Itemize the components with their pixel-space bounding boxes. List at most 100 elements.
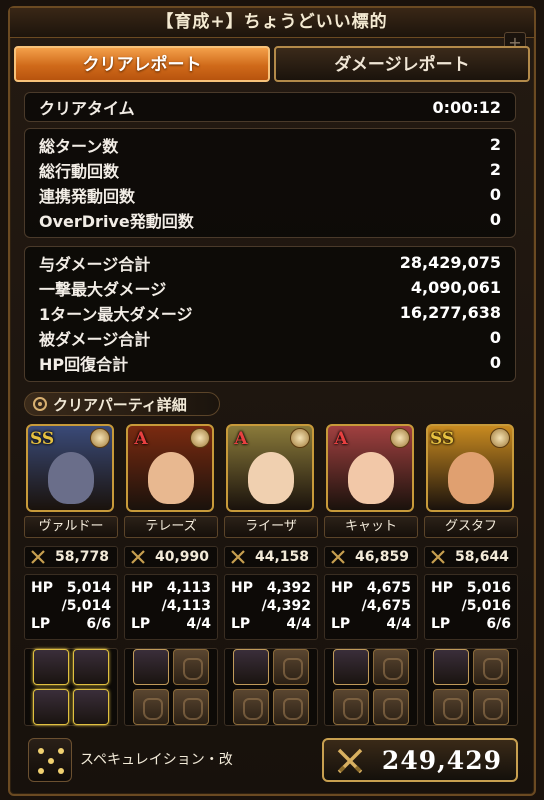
lp-value: 4/4 [386, 616, 411, 632]
equipment-grid [24, 648, 118, 726]
character-portrait[interactable]: SS [26, 424, 114, 512]
stats-box: HP 5,016 /5,016 LP 6/6 [424, 574, 518, 640]
window-title: 【育成+】ちょうどいい標的 [10, 8, 534, 38]
equip-slot[interactable] [233, 689, 269, 725]
lp-label: LP [231, 616, 251, 632]
damage-stats-panel: 与ダメージ合計 28,429,075 一撃最大ダメージ 4,090,061 1ターン… [24, 246, 516, 382]
equip-slot[interactable] [373, 689, 409, 725]
equip-slot[interactable] [33, 649, 69, 685]
power-box: 40,990 [124, 546, 218, 568]
lp-value: 4/4 [186, 616, 211, 632]
party-member[interactable]: SS ヴァルドー 58,778 HP 5,014 /5,014 LP 6/6 [24, 422, 118, 726]
party-section-label: クリアパーティ詳細 [53, 395, 187, 414]
power-value: 46,859 [354, 549, 409, 565]
stat-label: 与ダメージ合計 [39, 254, 151, 274]
equip-slot[interactable] [333, 649, 369, 685]
equip-slot[interactable] [273, 649, 309, 685]
equip-slot[interactable] [33, 689, 69, 725]
stat-value: 2 [489, 135, 501, 154]
equip-slot[interactable] [433, 649, 469, 685]
total-power-value: 249,429 [381, 745, 502, 775]
hp-label: HP [431, 580, 453, 596]
stat-value: 16,277,638 [399, 303, 501, 322]
party-member[interactable]: A キャット 46,859 HP 4,675 /4,675 LP 4/4 [324, 422, 418, 726]
gear-icon [33, 397, 47, 411]
weapon-type-icon [290, 428, 310, 448]
character-portrait[interactable]: SS [426, 424, 514, 512]
party-member[interactable]: A テレーズ 40,990 HP 4,113 /4,113 LP 4/4 [124, 422, 218, 726]
stats-box: HP 5,014 /5,014 LP 6/6 [24, 574, 118, 640]
equip-slot[interactable] [73, 649, 109, 685]
equip-slot[interactable] [133, 689, 169, 725]
lp-label: LP [331, 616, 351, 632]
dice-icon[interactable] [28, 738, 72, 782]
power-box: 58,778 [24, 546, 118, 568]
character-name: グスタフ [424, 516, 518, 538]
equip-slot[interactable] [73, 689, 109, 725]
equip-slot[interactable] [233, 649, 269, 685]
stat-row: 総ターン数 2 [25, 132, 515, 157]
stat-value: 0 [489, 353, 501, 372]
stat-label: 総ターン数 [39, 136, 119, 156]
tab-clear-report[interactable]: クリアレポート [14, 46, 270, 82]
stat-row: OverDrive発動回数 0 [25, 207, 515, 232]
character-portrait[interactable]: A [326, 424, 414, 512]
hp-label: HP [231, 580, 253, 596]
equip-slot[interactable] [433, 689, 469, 725]
equipment-grid [324, 648, 418, 726]
formation-name: スペキュレイション・改 [80, 752, 233, 768]
stat-label: 総行動回数 [39, 161, 120, 181]
stat-value: 2 [489, 160, 501, 179]
rank-badge: SS [30, 429, 55, 449]
character-name: テレーズ [124, 516, 218, 538]
clear-time-panel: クリアタイム 0:00:12 [24, 92, 516, 122]
hp-current: 5,014 [66, 580, 111, 596]
stat-row: 総行動回数 2 [25, 157, 515, 182]
hp-max: /5,014 [61, 598, 111, 614]
equipment-grid [124, 648, 218, 726]
hp-max: /4,392 [261, 598, 311, 614]
stat-label: OverDrive発動回数 [39, 211, 194, 231]
equip-slot[interactable] [173, 649, 209, 685]
stat-row: 1ターン最大ダメージ 16,277,638 [25, 300, 515, 325]
crossed-swords-icon [337, 748, 363, 774]
lp-label: LP [431, 616, 451, 632]
stat-row: 被ダメージ合計 0 [25, 325, 515, 350]
power-value: 58,644 [454, 549, 509, 565]
equip-slot[interactable] [473, 649, 509, 685]
stats-box: HP 4,392 /4,392 LP 4/4 [224, 574, 318, 640]
equipment-grid [224, 648, 318, 726]
power-box: 58,644 [424, 546, 518, 568]
hp-label: HP [131, 580, 153, 596]
equip-slot[interactable] [133, 649, 169, 685]
stats-box: HP 4,675 /4,675 LP 4/4 [324, 574, 418, 640]
party-member[interactable]: SS グスタフ 58,644 HP 5,016 /5,016 LP 6/6 [424, 422, 518, 726]
equip-slot[interactable] [373, 649, 409, 685]
hp-max: /4,675 [361, 598, 411, 614]
tab-damage-report[interactable]: ダメージレポート [274, 46, 530, 82]
stat-value: 0 [489, 185, 501, 204]
hp-current: 5,016 [466, 580, 511, 596]
sword-icon [231, 550, 245, 564]
weapon-type-icon [190, 428, 210, 448]
party-member[interactable]: A ライーザ 44,158 HP 4,392 /4,392 LP 4/4 [224, 422, 318, 726]
power-box: 44,158 [224, 546, 318, 568]
clear-time-label: クリアタイム [39, 99, 135, 118]
sword-icon [31, 550, 45, 564]
equip-slot[interactable] [333, 689, 369, 725]
lp-value: 6/6 [486, 616, 511, 632]
character-portrait[interactable]: A [226, 424, 314, 512]
stat-value: 0 [489, 328, 501, 347]
rank-badge: A [134, 429, 148, 449]
sword-icon [331, 550, 345, 564]
equip-slot[interactable] [173, 689, 209, 725]
stat-row: 与ダメージ合計 28,429,075 [25, 250, 515, 275]
character-portrait[interactable]: A [126, 424, 214, 512]
equip-slot[interactable] [273, 689, 309, 725]
power-box: 46,859 [324, 546, 418, 568]
party-list: SS ヴァルドー 58,778 HP 5,014 /5,014 LP 6/6 A テ… [24, 422, 520, 726]
character-face [348, 452, 394, 504]
equip-slot[interactable] [473, 689, 509, 725]
total-power-box: 249,429 [322, 738, 518, 782]
character-name: ヴァルドー [24, 516, 118, 538]
